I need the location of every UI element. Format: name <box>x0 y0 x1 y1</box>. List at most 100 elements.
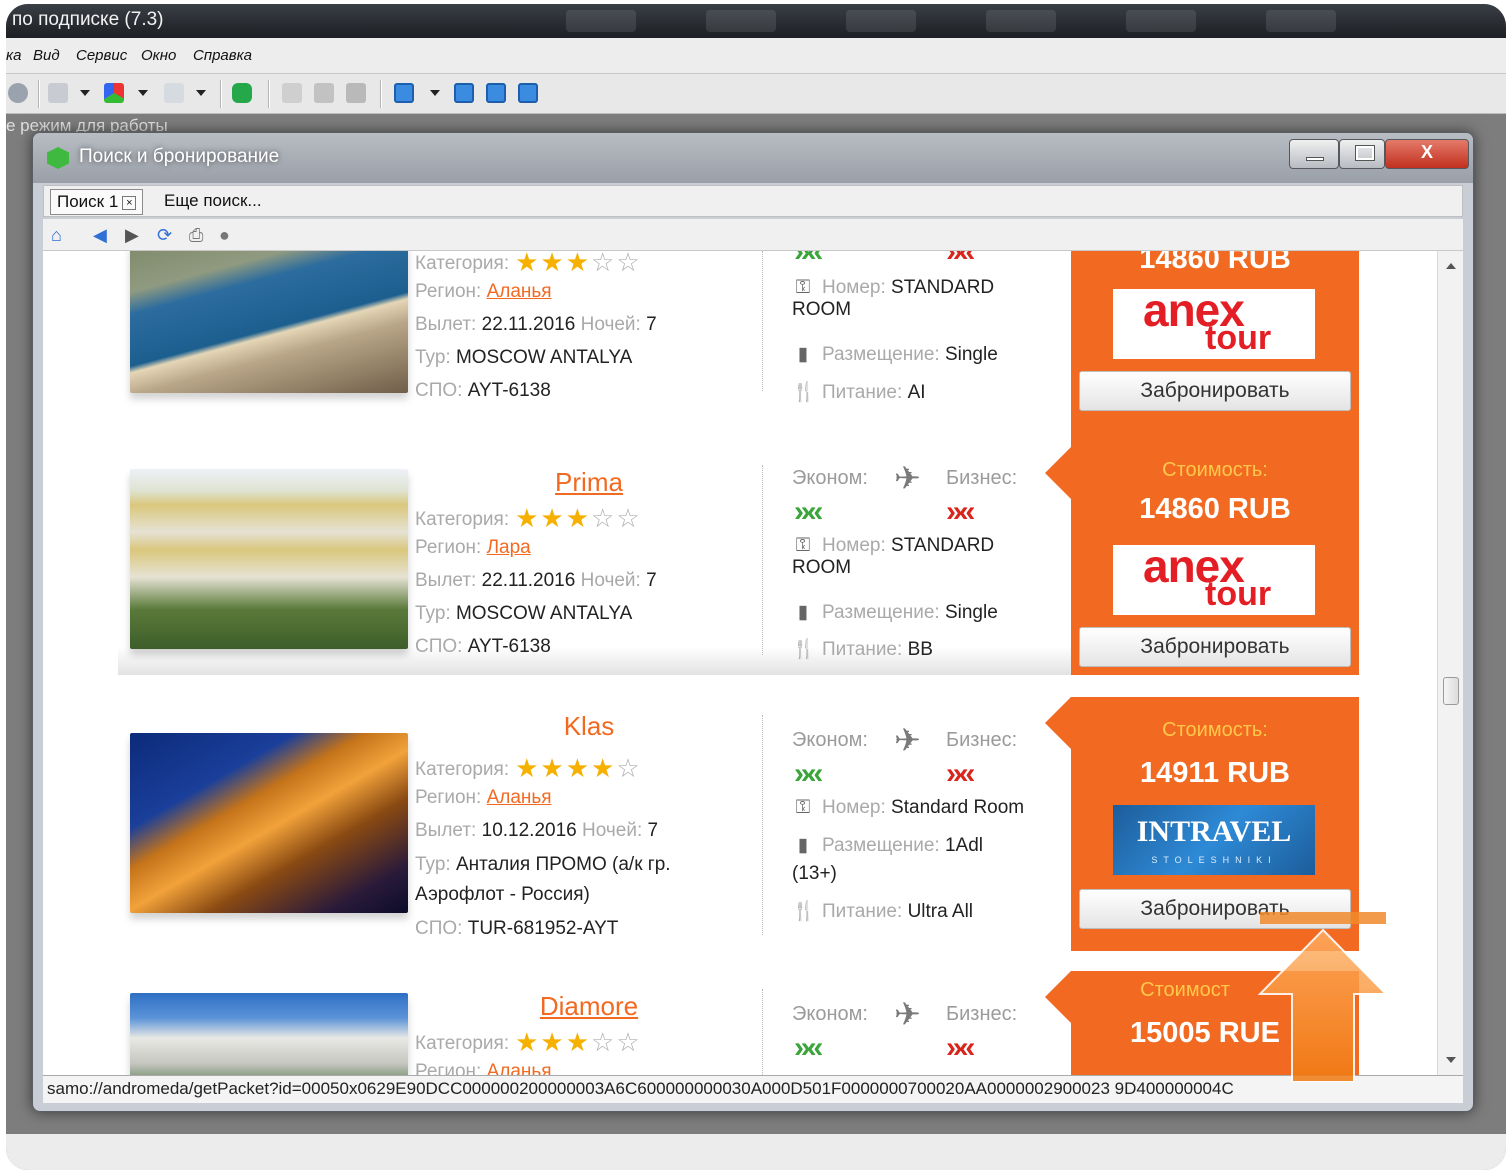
region-link[interactable]: Аланья <box>487 281 552 302</box>
book-button[interactable]: Забронировать <box>1079 627 1351 667</box>
scroll-thumb[interactable] <box>1443 677 1459 705</box>
book-button[interactable]: Забронировать <box>1079 371 1351 411</box>
spo-row: СПО: TUR-681952-AYT <box>415 918 619 939</box>
region-row: Регион: Лара <box>415 537 531 558</box>
room-row: ⚿ Номер: Standard Room <box>792 797 1062 819</box>
economy-availability-icon: »« <box>794 1031 823 1064</box>
departure-row: Вылет: 22.11.2016 Ночей: 7 <box>415 314 657 335</box>
tour-row: Тур: Анталия ПРОМО (а/к гр. <box>415 854 671 875</box>
home-icon[interactable]: ⌂ <box>51 225 62 246</box>
room-icon: ⚿ <box>795 535 811 556</box>
card-divider <box>762 989 764 1075</box>
hotel-photo[interactable] <box>130 469 408 649</box>
region-link[interactable]: Аланья <box>487 787 552 808</box>
bed-icon: ▮ <box>797 602 809 623</box>
hotel-card: Diamore Категория: ★★★☆☆ Регион: Аланья Э… <box>118 971 1363 1075</box>
economy-availability-icon: »« <box>794 495 823 528</box>
hotel-photo[interactable] <box>130 733 408 913</box>
region-row: Регион: Аланья <box>415 281 552 302</box>
tour-row-continued: Аэрофлот - Россия) <box>415 884 590 905</box>
print-icon[interactable] <box>48 83 68 103</box>
chevron-down-icon[interactable] <box>196 90 206 96</box>
price-notch <box>1045 697 1071 749</box>
category-row: Категория: ★★★☆☆ <box>415 503 642 533</box>
maximize-button[interactable] <box>1339 139 1385 169</box>
scroll-up-icon[interactable] <box>1446 263 1456 269</box>
forward-icon[interactable]: ▶ <box>125 225 139 246</box>
palette-icon[interactable] <box>104 83 124 103</box>
cut-icon[interactable] <box>282 83 302 103</box>
close-button[interactable]: X <box>1385 139 1469 169</box>
menu-item-view[interactable]: Вид <box>33 47 60 64</box>
tab-search-1[interactable]: Поиск 1 × <box>50 189 144 215</box>
phone-icon[interactable] <box>232 83 252 103</box>
search-tabs: Поиск 1 × Еще поиск... <box>43 185 1463 217</box>
app-menu-bar: ка Вид Сервис Окно Справка <box>6 38 1506 74</box>
placement-row-continued: (13+) <box>792 863 837 884</box>
business-label: Бизнес: <box>946 467 1018 489</box>
business-availability-icon: »« <box>946 495 975 528</box>
export-icon[interactable] <box>486 83 506 103</box>
chevron-down-icon[interactable] <box>138 90 148 96</box>
airplane-icon: ✈ <box>894 722 921 758</box>
economy-label: Эконом: <box>792 729 868 751</box>
taskbar-ghost <box>986 10 1056 32</box>
region-row: Регион: Аланья <box>415 787 552 808</box>
app-title: по подписке (7.3) <box>12 9 164 30</box>
business-availability-icon: »« <box>946 1031 975 1064</box>
highlight-arrow-icon <box>1258 912 1388 1082</box>
refresh-icon[interactable] <box>8 83 28 103</box>
print-icon[interactable]: ⎙ <box>189 225 203 246</box>
region-link[interactable]: Аланья <box>487 1061 552 1075</box>
back-icon[interactable]: ◀ <box>93 225 107 246</box>
room-row: ⚿ Номер: STANDARD ROOM <box>792 277 995 320</box>
upload-icon[interactable] <box>394 83 414 103</box>
hotel-photo[interactable] <box>130 251 408 393</box>
hotel-photo[interactable] <box>130 993 408 1075</box>
hotel-card: Klas Категория: ★★★★☆ Регион: Аланья Выле… <box>118 697 1363 951</box>
menu-item-window[interactable]: Окно <box>141 47 176 64</box>
operator-logo: INTRAVEL STOLESHNIKI <box>1113 805 1315 875</box>
menu-item-file[interactable]: ка <box>6 47 21 64</box>
hotel-name[interactable]: Klas <box>414 711 764 742</box>
star-rating: ★★★☆☆ <box>515 251 642 277</box>
region-row: Регион: Аланья <box>415 1061 552 1075</box>
info-icon[interactable] <box>518 83 538 103</box>
download-icon[interactable] <box>454 83 474 103</box>
menu-item-service[interactable]: Сервис <box>76 47 127 64</box>
hotel-name-link[interactable]: Prima <box>414 467 764 498</box>
app-bottom-bar <box>6 1134 1506 1170</box>
cutlery-icon: 🍴 <box>792 382 816 403</box>
app-toolbar <box>6 74 1506 114</box>
minimize-button[interactable] <box>1289 139 1339 169</box>
menu-item-help[interactable]: Справка <box>193 47 252 64</box>
food-row: 🍴 Питание: Ultra All <box>792 901 974 922</box>
cutlery-icon: 🍴 <box>792 901 816 922</box>
hotel-name-link[interactable]: Diamore <box>414 991 764 1022</box>
food-row: 🍴 Питание: AI <box>792 382 926 403</box>
dialog-title-bar[interactable]: Поиск и бронирование X <box>33 133 1473 183</box>
chevron-down-icon[interactable] <box>430 90 440 96</box>
operator-logo: anex tour <box>1113 545 1315 615</box>
scroll-down-icon[interactable] <box>1446 1057 1456 1063</box>
chevron-down-icon[interactable] <box>80 90 90 96</box>
bed-icon: ▮ <box>797 344 809 365</box>
tab-more-search[interactable]: Еще поиск... <box>158 189 268 215</box>
app-title-bar: по подписке (7.3) <box>6 4 1506 38</box>
room-icon: ⚿ <box>795 277 811 298</box>
room-row: ⚿ Номер: STANDARD ROOM <box>792 535 995 578</box>
spo-row: СПО: AYT-6138 <box>415 636 551 657</box>
region-link[interactable]: Лара <box>487 537 531 558</box>
paste-icon[interactable] <box>346 83 366 103</box>
cost-label: Стоимость: <box>1162 719 1268 741</box>
star-rating: ★★★★☆ <box>515 753 642 783</box>
stop-icon[interactable]: ● <box>219 225 230 246</box>
tab-close-icon[interactable]: × <box>122 195 137 210</box>
document-icon[interactable] <box>164 83 184 103</box>
cutlery-icon: 🍴 <box>792 639 816 660</box>
price-value: 14911 RUB <box>1140 757 1290 789</box>
results-scrollbar[interactable] <box>1437 251 1463 1075</box>
toolbar-separator <box>38 80 40 108</box>
refresh-icon[interactable]: ⟳ <box>157 225 172 246</box>
copy-icon[interactable] <box>314 83 334 103</box>
